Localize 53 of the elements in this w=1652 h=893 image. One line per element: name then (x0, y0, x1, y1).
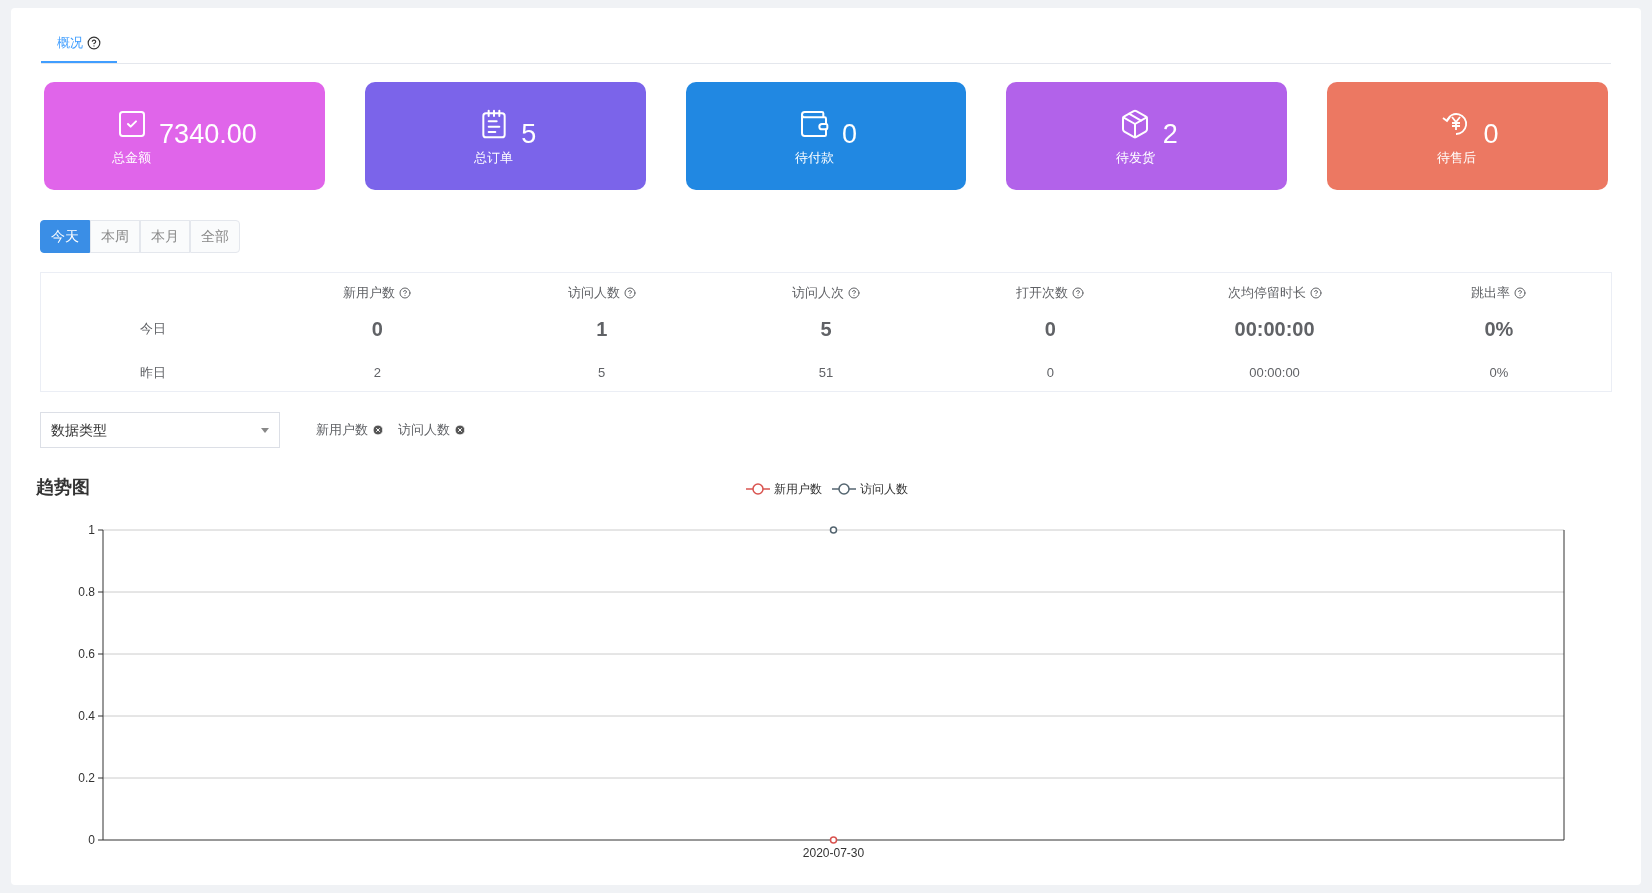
y-tick-label: 0.2 (78, 771, 95, 785)
column-header: 次均停留时长 (1227, 284, 1306, 303)
table-cell-text: 1 (595, 317, 609, 342)
y-tick-label: 0 (88, 833, 95, 847)
column-header: 新用户数 (343, 284, 396, 303)
card-value: 7340.00 (159, 117, 257, 151)
table-cell-text: 0% (1488, 364, 1510, 383)
table-cell-text: 00:00:00 (1248, 364, 1301, 383)
column-header: 打开次数 (1016, 284, 1069, 303)
x-tick-label: 2020-07-30 (802, 846, 865, 860)
period-tab[interactable]: 全部 (190, 220, 240, 253)
row-label: 今日 (139, 320, 168, 339)
period-tab[interactable]: 本周 (90, 220, 140, 253)
stat-card[interactable]: 待付款 0 (685, 82, 967, 190)
card-value: 2 (1162, 117, 1178, 151)
stat-card[interactable]: 总金额 7340.00 (44, 82, 325, 190)
card-label: 待售后 (1436, 149, 1476, 168)
legend-item[interactable]: 访问人数 (832, 480, 908, 498)
table-cell-text: 0 (1045, 364, 1055, 383)
table-cell-text: 0 (370, 317, 384, 342)
data-type-select[interactable]: 数据类型 (40, 412, 280, 448)
legend-item[interactable]: 新用户数 (746, 480, 822, 498)
period-tab[interactable]: 今天 (40, 220, 90, 253)
table-cell-text: 5 (819, 317, 833, 342)
table-cell-text: 00:00:00 (1233, 317, 1316, 342)
filter-tag[interactable]: 访问人数 (398, 420, 466, 440)
column-header: 跳出率 (1471, 284, 1511, 303)
chart-title: 趋势图 (36, 475, 90, 499)
y-tick-label: 1 (88, 523, 95, 537)
table-cell-text: 0% (1483, 317, 1515, 342)
card-label: 待付款 (794, 149, 834, 168)
table-cell-text: 5 (597, 364, 607, 383)
y-tick-label: 0.8 (78, 585, 95, 599)
filter-tag[interactable]: 新用户数 (316, 420, 384, 440)
y-tick-label: 0.4 (78, 709, 95, 723)
card-label: 待发货 (1115, 149, 1155, 168)
stat-card[interactable]: 待发货 2 (1006, 82, 1288, 190)
card-value: 0 (1483, 117, 1499, 151)
column-header: 访问人数 (567, 284, 620, 303)
card-value: 0 (841, 117, 857, 151)
table-cell-text: 51 (817, 364, 835, 383)
column-header: 访问人次 (792, 284, 844, 303)
period-tab[interactable]: 本月 (140, 220, 190, 253)
row-label: 昨日 (139, 364, 168, 383)
table-cell-text: 0 (1043, 317, 1057, 342)
table-cell-text: 2 (372, 364, 383, 383)
stat-card[interactable]: 待售后 0 (1327, 82, 1608, 190)
tab[interactable]: 概况 (41, 24, 117, 63)
stat-card[interactable]: 总订单 5 (364, 82, 646, 190)
y-tick-label: 0.6 (78, 647, 95, 661)
card-label: 总订单 (474, 149, 514, 168)
card-label: 总金额 (112, 149, 152, 168)
card-value: 5 (521, 117, 537, 151)
